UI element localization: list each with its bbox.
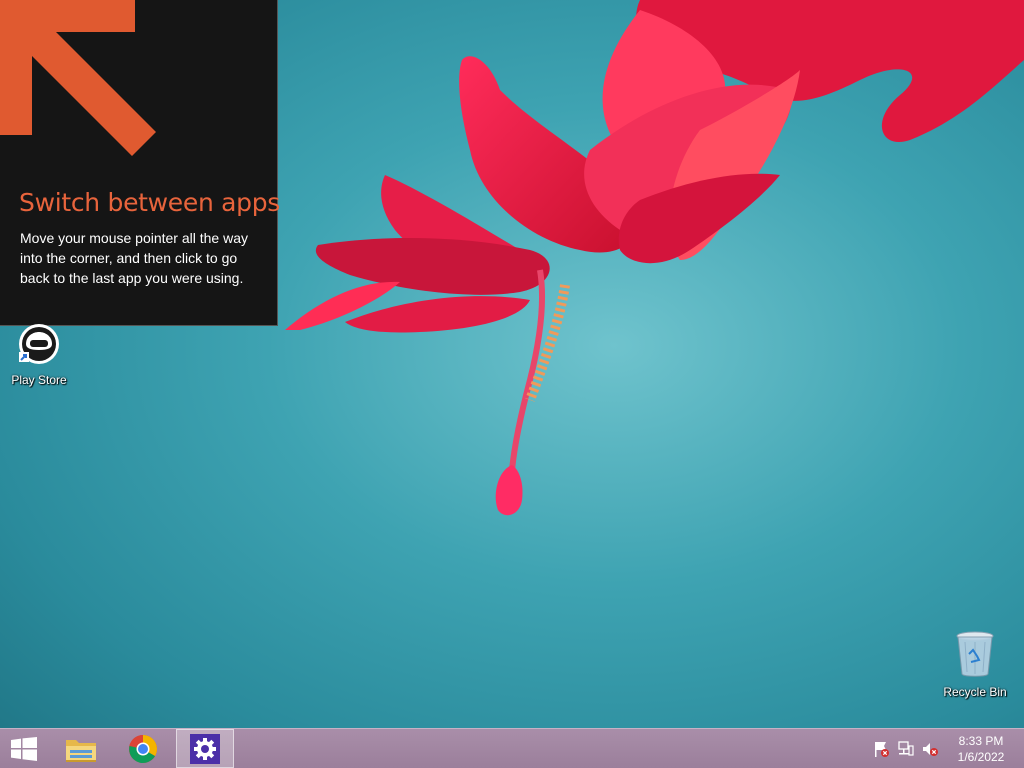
- volume-muted-icon[interactable]: [921, 740, 939, 758]
- chrome-button[interactable]: [114, 729, 172, 768]
- taskbar-clock[interactable]: 8:33 PM 1/6/2022: [950, 733, 1012, 765]
- desktop[interactable]: Switch between apps Move your mouse poin…: [0, 0, 1024, 768]
- play-store-label: Play Store: [11, 373, 67, 387]
- gear-icon: [190, 733, 220, 764]
- chrome-icon: [129, 734, 157, 763]
- desktop-icon-play-store[interactable]: Play Store: [1, 322, 77, 387]
- desktop-icon-recycle-bin[interactable]: Recycle Bin: [937, 630, 1013, 699]
- folder-icon: [66, 739, 96, 762]
- start-button[interactable]: [0, 729, 48, 768]
- recycle-bin-icon: [956, 631, 994, 677]
- file-explorer-button[interactable]: [52, 729, 110, 768]
- play-store-icon: [19, 324, 59, 364]
- network-icon[interactable]: [897, 740, 915, 758]
- action-center-flag-icon[interactable]: [872, 740, 890, 758]
- settings-button[interactable]: [176, 729, 234, 768]
- clock-time: 8:33 PM: [958, 734, 1004, 748]
- switch-apps-tip-panel[interactable]: Switch between apps Move your mouse poin…: [0, 0, 281, 326]
- clock-date: 1/6/2022: [957, 750, 1005, 764]
- taskbar: 8:33 PM 1/6/2022: [0, 728, 1024, 768]
- tip-body: Move your mouse pointer all the way into…: [20, 230, 248, 286]
- windows-logo-icon: [11, 736, 37, 761]
- tip-title: Switch between apps: [19, 188, 281, 217]
- corner-arrow-icon: [0, 0, 156, 156]
- recycle-bin-label: Recycle Bin: [943, 685, 1007, 699]
